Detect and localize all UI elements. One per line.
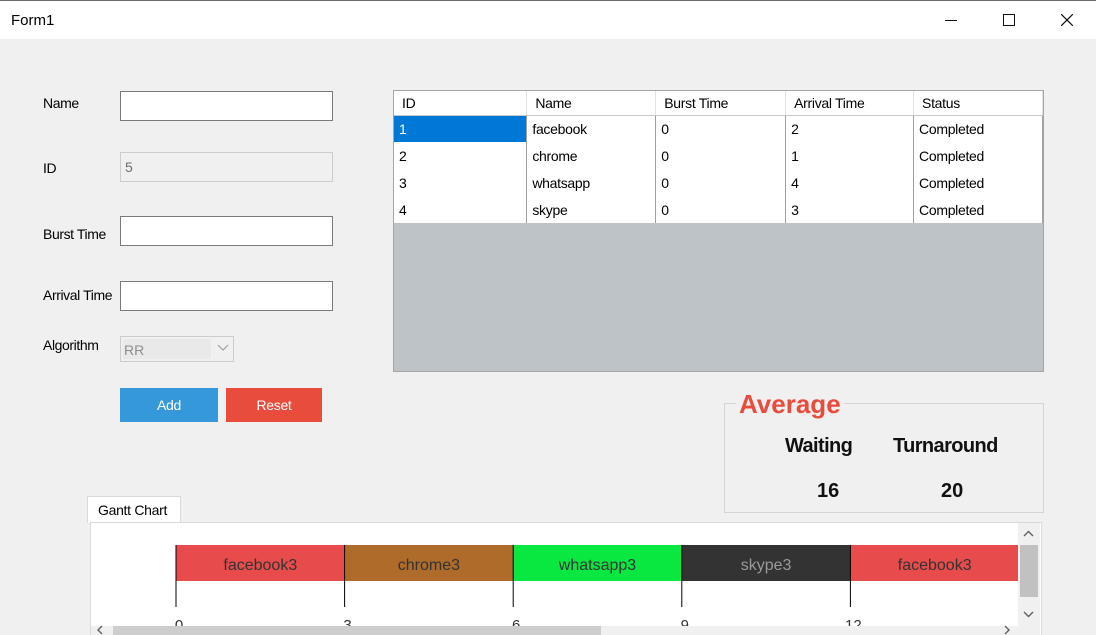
cell-id[interactable]: 2 bbox=[394, 142, 528, 169]
cell-id[interactable]: 3 bbox=[394, 169, 528, 196]
cell-id[interactable]: 4 bbox=[394, 196, 528, 223]
algorithm-label: Algorithm bbox=[43, 337, 99, 353]
cell-id[interactable]: 1 bbox=[394, 115, 528, 142]
gantt-bar-label: whatsapp3 bbox=[558, 557, 636, 574]
scroll-down-icon[interactable] bbox=[1023, 611, 1034, 618]
waiting-label: Waiting bbox=[785, 435, 853, 457]
process-grid[interactable]: ID Name Burst Time Arrival Time Status 1… bbox=[393, 90, 1044, 372]
chevron-down-icon bbox=[217, 344, 229, 351]
waiting-value: 16 bbox=[817, 480, 840, 502]
reset-button[interactable]: Reset bbox=[226, 388, 322, 422]
cell-burst-time[interactable]: 0 bbox=[655, 142, 787, 169]
add-button[interactable]: Add bbox=[120, 388, 218, 422]
gantt-bar-label: skype3 bbox=[741, 557, 792, 574]
cell-arrival-time[interactable]: 4 bbox=[785, 169, 915, 196]
minimize-icon bbox=[945, 20, 957, 21]
column-header-burst-time[interactable]: Burst Time bbox=[655, 91, 787, 116]
header-row: ID Name Burst Time Arrival Time Status bbox=[394, 91, 1043, 116]
cell-name[interactable]: skype bbox=[526, 196, 657, 223]
cell-arrival-time[interactable]: 3 bbox=[785, 196, 915, 223]
average-title: Average bbox=[736, 389, 844, 420]
algorithm-select[interactable]: RR bbox=[120, 336, 234, 362]
burst-time-input[interactable] bbox=[120, 216, 333, 246]
close-button[interactable] bbox=[1038, 1, 1096, 39]
cell-name[interactable]: facebook bbox=[526, 115, 657, 142]
cell-status[interactable]: Completed bbox=[913, 196, 1043, 223]
minimize-button[interactable] bbox=[922, 1, 980, 39]
cell-arrival-time[interactable]: 2 bbox=[785, 115, 915, 142]
gantt-bar-label: facebook3 bbox=[223, 557, 297, 574]
cell-name[interactable]: chrome bbox=[526, 142, 657, 169]
column-header-id[interactable]: ID bbox=[394, 91, 528, 116]
cell-status[interactable]: Completed bbox=[913, 115, 1043, 142]
maximize-button[interactable] bbox=[980, 1, 1038, 39]
cell-burst-time[interactable]: 0 bbox=[655, 169, 787, 196]
id-input: 5 bbox=[120, 152, 333, 182]
algorithm-value: RR bbox=[123, 339, 211, 359]
id-label: ID bbox=[43, 160, 57, 176]
gantt-bar-label: chrome3 bbox=[398, 557, 460, 574]
tab-gantt-chart[interactable]: Gantt Chart bbox=[87, 496, 181, 523]
name-input[interactable] bbox=[120, 91, 333, 121]
horizontal-scroll-thumb[interactable] bbox=[113, 626, 601, 635]
horizontal-scrollbar[interactable] bbox=[91, 625, 1018, 635]
table-row[interactable]: 1 facebook 0 2 Completed bbox=[394, 115, 1043, 142]
turnaround-value: 20 bbox=[941, 480, 964, 502]
turnaround-label: Turnaround bbox=[893, 435, 998, 457]
vertical-scrollbar[interactable] bbox=[1018, 523, 1040, 635]
column-header-name[interactable]: Name bbox=[526, 91, 657, 116]
cell-name[interactable]: whatsapp bbox=[526, 169, 657, 196]
vertical-scroll-thumb[interactable] bbox=[1020, 545, 1038, 597]
gantt-bar-label: facebook3 bbox=[898, 557, 972, 574]
arrival-time-input[interactable] bbox=[120, 281, 333, 311]
scroll-left-icon[interactable] bbox=[96, 625, 104, 635]
burst-time-label: Burst Time bbox=[43, 226, 106, 242]
cell-arrival-time[interactable]: 1 bbox=[785, 142, 915, 169]
scroll-up-icon[interactable] bbox=[1023, 530, 1034, 537]
table-row[interactable]: 4 skype 0 3 Completed bbox=[394, 196, 1043, 223]
scroll-right-icon[interactable] bbox=[1003, 625, 1011, 635]
table-row[interactable]: 2 chrome 0 1 Completed bbox=[394, 142, 1043, 169]
title-bar: Form1 bbox=[0, 0, 1096, 39]
close-icon bbox=[1061, 14, 1073, 26]
arrival-time-label: Arrival Time bbox=[43, 287, 113, 303]
maximize-icon bbox=[1003, 14, 1015, 26]
process-table: ID Name Burst Time Arrival Time Status 1… bbox=[394, 91, 1043, 223]
name-label: Name bbox=[43, 95, 79, 111]
window-title: Form1 bbox=[11, 12, 55, 29]
cell-burst-time[interactable]: 0 bbox=[655, 196, 787, 223]
column-header-arrival-time[interactable]: Arrival Time bbox=[785, 91, 915, 116]
table-row[interactable]: 3 whatsapp 0 4 Completed bbox=[394, 169, 1043, 196]
column-header-status[interactable]: Status bbox=[913, 91, 1043, 116]
cell-status[interactable]: Completed bbox=[913, 169, 1043, 196]
cell-status[interactable]: Completed bbox=[913, 142, 1043, 169]
cell-burst-time[interactable]: 0 bbox=[655, 115, 787, 142]
